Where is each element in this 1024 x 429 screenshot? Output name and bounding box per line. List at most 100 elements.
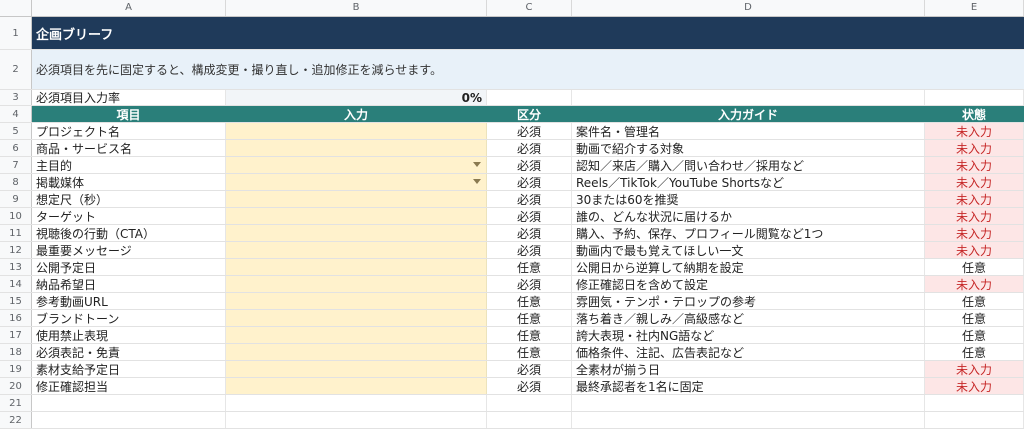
column-header-c[interactable]: C (487, 0, 572, 16)
dropdown-arrow-icon[interactable] (473, 179, 481, 184)
row-number[interactable]: 13 (0, 259, 32, 275)
status-badge[interactable]: 未入力 (925, 378, 1024, 394)
input-cell[interactable] (226, 157, 487, 173)
row-number[interactable]: 14 (0, 276, 32, 292)
status-badge[interactable]: 任意 (925, 327, 1024, 343)
status-badge[interactable]: 未入力 (925, 225, 1024, 241)
status-badge[interactable]: 未入力 (925, 191, 1024, 207)
status-badge[interactable]: 任意 (925, 259, 1024, 275)
status-badge[interactable]: 未入力 (925, 276, 1024, 292)
item-name-cell[interactable]: プロジェクト名 (32, 123, 226, 139)
status-badge[interactable]: 任意 (925, 344, 1024, 360)
input-cell[interactable] (226, 293, 487, 309)
row-number[interactable]: 21 (0, 395, 32, 411)
row-number[interactable]: 19 (0, 361, 32, 377)
status-badge[interactable]: 任意 (925, 310, 1024, 326)
column-header-d[interactable]: D (572, 0, 925, 16)
row-number[interactable]: 20 (0, 378, 32, 394)
category-cell[interactable]: 必須 (487, 276, 572, 292)
empty-cell[interactable] (572, 412, 925, 428)
item-name-cell[interactable]: ブランドトーン (32, 310, 226, 326)
input-cell[interactable] (226, 378, 487, 394)
item-name-cell[interactable]: 公開予定日 (32, 259, 226, 275)
item-name-cell[interactable]: 参考動画URL (32, 293, 226, 309)
status-badge[interactable]: 未入力 (925, 361, 1024, 377)
row-number[interactable]: 17 (0, 327, 32, 343)
category-cell[interactable]: 必須 (487, 208, 572, 224)
guide-cell[interactable]: 30または60を推奨 (572, 191, 925, 207)
input-cell[interactable] (226, 208, 487, 224)
row-number[interactable]: 7 (0, 157, 32, 173)
guide-cell[interactable]: 落ち着き／親しみ／高級感など (572, 310, 925, 326)
guide-cell[interactable]: 認知／来店／購入／問い合わせ／採用など (572, 157, 925, 173)
guide-cell[interactable]: 案件名・管理名 (572, 123, 925, 139)
header-input[interactable]: 入力 (226, 106, 487, 122)
empty-cell[interactable] (925, 412, 1024, 428)
empty-cell[interactable] (925, 90, 1024, 105)
empty-cell[interactable] (226, 412, 487, 428)
status-badge[interactable]: 未入力 (925, 242, 1024, 258)
category-cell[interactable]: 必須 (487, 225, 572, 241)
header-status[interactable]: 状態 (925, 106, 1024, 122)
row-number[interactable]: 1 (0, 17, 32, 49)
input-cell[interactable] (226, 123, 487, 139)
guide-cell[interactable]: 修正確認日を含めて設定 (572, 276, 925, 292)
input-cell[interactable] (226, 174, 487, 190)
guide-cell[interactable]: 誰の、どんな状況に届けるか (572, 208, 925, 224)
header-category[interactable]: 区分 (487, 106, 572, 122)
row-number[interactable]: 9 (0, 191, 32, 207)
item-name-cell[interactable]: 掲載媒体 (32, 174, 226, 190)
empty-cell[interactable] (925, 395, 1024, 411)
dropdown-arrow-icon[interactable] (473, 162, 481, 167)
category-cell[interactable]: 必須 (487, 157, 572, 173)
status-badge[interactable]: 任意 (925, 293, 1024, 309)
item-name-cell[interactable]: 素材支給予定日 (32, 361, 226, 377)
row-number[interactable]: 6 (0, 140, 32, 156)
select-all-corner[interactable] (0, 0, 32, 16)
status-badge[interactable]: 未入力 (925, 140, 1024, 156)
item-name-cell[interactable]: ターゲット (32, 208, 226, 224)
item-name-cell[interactable]: 最重要メッセージ (32, 242, 226, 258)
item-name-cell[interactable]: 使用禁止表現 (32, 327, 226, 343)
item-name-cell[interactable]: 視聴後の行動（CTA） (32, 225, 226, 241)
guidance-note[interactable]: 必須項目を先に固定すると、構成変更・撮り直し・追加修正を減らせます。 (32, 50, 1024, 89)
row-number[interactable]: 3 (0, 90, 32, 105)
category-cell[interactable]: 任意 (487, 310, 572, 326)
completion-rate-value[interactable]: 0% (226, 90, 487, 105)
sheet-title[interactable]: 企画ブリーフ (32, 17, 1024, 49)
empty-cell[interactable] (487, 395, 572, 411)
header-item[interactable]: 項目 (32, 106, 226, 122)
input-cell[interactable] (226, 361, 487, 377)
row-number[interactable]: 22 (0, 412, 32, 428)
guide-cell[interactable]: 価格条件、注記、広告表記など (572, 344, 925, 360)
category-cell[interactable]: 必須 (487, 361, 572, 377)
guide-cell[interactable]: 購入、予約、保存、プロフィール閲覧など1つ (572, 225, 925, 241)
completion-rate-label[interactable]: 必須項目入力率 (32, 90, 226, 105)
category-cell[interactable]: 必須 (487, 378, 572, 394)
status-badge[interactable]: 未入力 (925, 208, 1024, 224)
category-cell[interactable]: 必須 (487, 242, 572, 258)
category-cell[interactable]: 必須 (487, 140, 572, 156)
guide-cell[interactable]: 最終承認者を1名に固定 (572, 378, 925, 394)
guide-cell[interactable]: 動画で紹介する対象 (572, 140, 925, 156)
empty-cell[interactable] (32, 412, 226, 428)
empty-cell[interactable] (487, 90, 572, 105)
row-number[interactable]: 12 (0, 242, 32, 258)
item-name-cell[interactable]: 修正確認担当 (32, 378, 226, 394)
category-cell[interactable]: 任意 (487, 259, 572, 275)
category-cell[interactable]: 必須 (487, 174, 572, 190)
item-name-cell[interactable]: 商品・サービス名 (32, 140, 226, 156)
row-number[interactable]: 18 (0, 344, 32, 360)
column-header-e[interactable]: E (925, 0, 1024, 16)
empty-cell[interactable] (572, 90, 925, 105)
category-cell[interactable]: 必須 (487, 191, 572, 207)
item-name-cell[interactable]: 主目的 (32, 157, 226, 173)
row-number[interactable]: 4 (0, 106, 32, 122)
category-cell[interactable]: 必須 (487, 123, 572, 139)
row-number[interactable]: 15 (0, 293, 32, 309)
row-number[interactable]: 16 (0, 310, 32, 326)
category-cell[interactable]: 任意 (487, 293, 572, 309)
header-guide[interactable]: 入力ガイド (572, 106, 925, 122)
empty-cell[interactable] (572, 395, 925, 411)
item-name-cell[interactable]: 必須表記・免責 (32, 344, 226, 360)
